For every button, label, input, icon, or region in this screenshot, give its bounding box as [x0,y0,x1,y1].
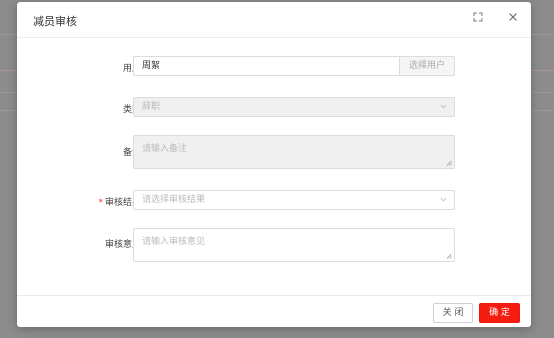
result-placeholder: 请选择审核结果 [142,195,206,205]
close-button[interactable]: 关 闭 [433,303,473,323]
user-label: 用户: [64,61,144,74]
dialog-footer: 关 闭 确 定 [17,295,531,327]
opinion-label: 审核意见: [104,240,144,250]
required-mark: * [98,198,103,208]
chevron-down-icon [440,104,447,109]
type-value: 辞职 [142,102,161,112]
remark-textarea[interactable]: 请输入备注 [133,135,455,169]
confirm-button[interactable]: 确 定 [479,303,520,323]
opinion-textarea[interactable]: 请输入审核意见 [133,228,455,262]
chevron-down-icon [440,197,447,202]
expand-icon[interactable] [471,12,485,26]
dialog-header: 减员审核 [17,2,531,38]
result-select[interactable]: 请选择审核结果 [133,190,455,210]
close-icon[interactable] [506,12,520,26]
select-user-button[interactable]: 选择用户 [399,56,455,76]
remark-placeholder: 请输入备注 [142,144,188,154]
remark-label: 备注: [64,145,144,158]
result-label: * 审核结果: [64,195,144,208]
opinion-placeholder: 请输入审核意见 [142,237,206,247]
resize-grip-icon[interactable] [446,160,452,166]
user-field[interactable]: 周絮 [133,56,400,76]
type-label: 类型: [64,102,144,115]
dialog-title: 减员审核 [33,15,77,28]
resize-grip-icon[interactable] [446,253,452,259]
review-dialog: 减员审核 用户: 周絮 选择用户 类型: 辞职 备注: 请输入备注 *审核结果:… [17,2,531,327]
user-value: 周絮 [142,61,161,71]
type-select[interactable]: 辞职 [133,97,455,117]
